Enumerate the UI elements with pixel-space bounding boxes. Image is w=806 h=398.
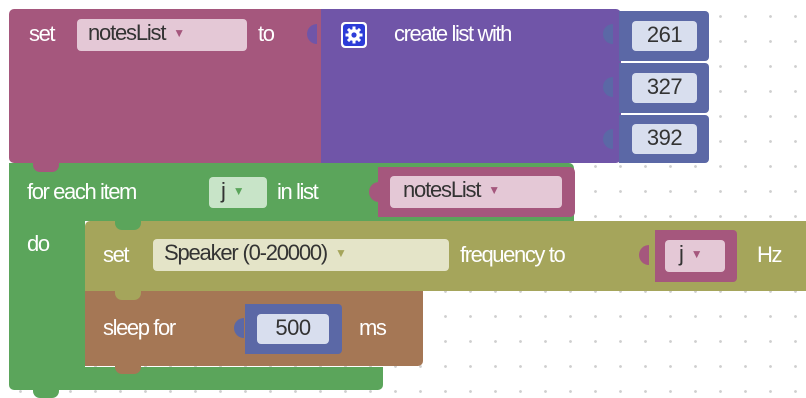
bottom-notch bbox=[33, 163, 59, 172]
chevron-down-icon: ▼ bbox=[690, 247, 703, 261]
list-variable-getter[interactable]: notesList ▼ bbox=[378, 167, 575, 217]
number-block[interactable]: 327 bbox=[619, 63, 709, 113]
loop-variable-dropdown[interactable]: j ▼ bbox=[209, 177, 267, 208]
number-block[interactable]: 392 bbox=[619, 115, 709, 163]
bottom-notch bbox=[115, 365, 141, 374]
speaker-set-keyword: set bbox=[103, 242, 130, 267]
hz-unit-label: Hz bbox=[757, 242, 782, 267]
variable-dropdown-label: notesList bbox=[88, 20, 166, 45]
top-notch bbox=[115, 221, 141, 230]
number-field[interactable]: 392 bbox=[632, 124, 697, 154]
chevron-down-icon: ▼ bbox=[335, 246, 347, 260]
list-variable-label: notesList bbox=[403, 177, 481, 202]
sleep-number-field[interactable]: 500 bbox=[257, 314, 329, 344]
set-variable-block[interactable]: set notesList ▼ to bbox=[9, 9, 331, 163]
in-list-label: in list bbox=[277, 179, 319, 204]
set-keyword: set bbox=[29, 21, 56, 46]
for-each-arm: do bbox=[9, 219, 85, 369]
for-each-label: for each item bbox=[27, 179, 137, 204]
sleep-label: sleep for bbox=[103, 315, 176, 340]
list-variable-dropdown[interactable]: notesList ▼ bbox=[390, 176, 562, 208]
variable-dropdown-noteslist[interactable]: notesList ▼ bbox=[77, 19, 247, 51]
number-field[interactable]: 261 bbox=[632, 21, 697, 51]
input-connector bbox=[639, 245, 649, 265]
chevron-down-icon: ▼ bbox=[232, 184, 245, 198]
frequency-variable-dropdown[interactable]: j ▼ bbox=[665, 240, 725, 272]
loop-variable-label: j bbox=[221, 178, 226, 203]
frequency-label: frequency to bbox=[460, 242, 566, 267]
to-label: to bbox=[258, 21, 275, 46]
gear-icon bbox=[343, 24, 365, 46]
input-connector bbox=[307, 24, 317, 44]
frequency-variable-label: j bbox=[679, 241, 684, 266]
input-connector bbox=[603, 24, 613, 44]
frequency-variable-getter[interactable]: j ▼ bbox=[655, 230, 737, 282]
create-list-label: create list with bbox=[394, 21, 512, 46]
for-each-bottom bbox=[9, 367, 383, 390]
top-notch bbox=[115, 291, 141, 300]
speaker-dropdown-label: Speaker (0-20000) bbox=[164, 240, 328, 265]
input-connector bbox=[603, 129, 613, 149]
chevron-down-icon: ▼ bbox=[488, 183, 501, 197]
number-field[interactable]: 327 bbox=[632, 73, 697, 103]
speaker-dropdown[interactable]: Speaker (0-20000) ▼ bbox=[153, 239, 449, 271]
ms-unit-label: ms bbox=[359, 315, 387, 340]
input-connector bbox=[234, 318, 244, 338]
sleep-number-block[interactable]: 500 bbox=[245, 304, 342, 354]
bottom-notch bbox=[33, 389, 59, 398]
do-label: do bbox=[27, 231, 50, 256]
chevron-down-icon: ▼ bbox=[173, 26, 186, 40]
input-connector bbox=[603, 77, 613, 97]
mutator-gear-button[interactable] bbox=[341, 22, 367, 48]
number-block[interactable]: 261 bbox=[619, 11, 709, 61]
create-list-block[interactable]: create list with bbox=[321, 9, 621, 163]
